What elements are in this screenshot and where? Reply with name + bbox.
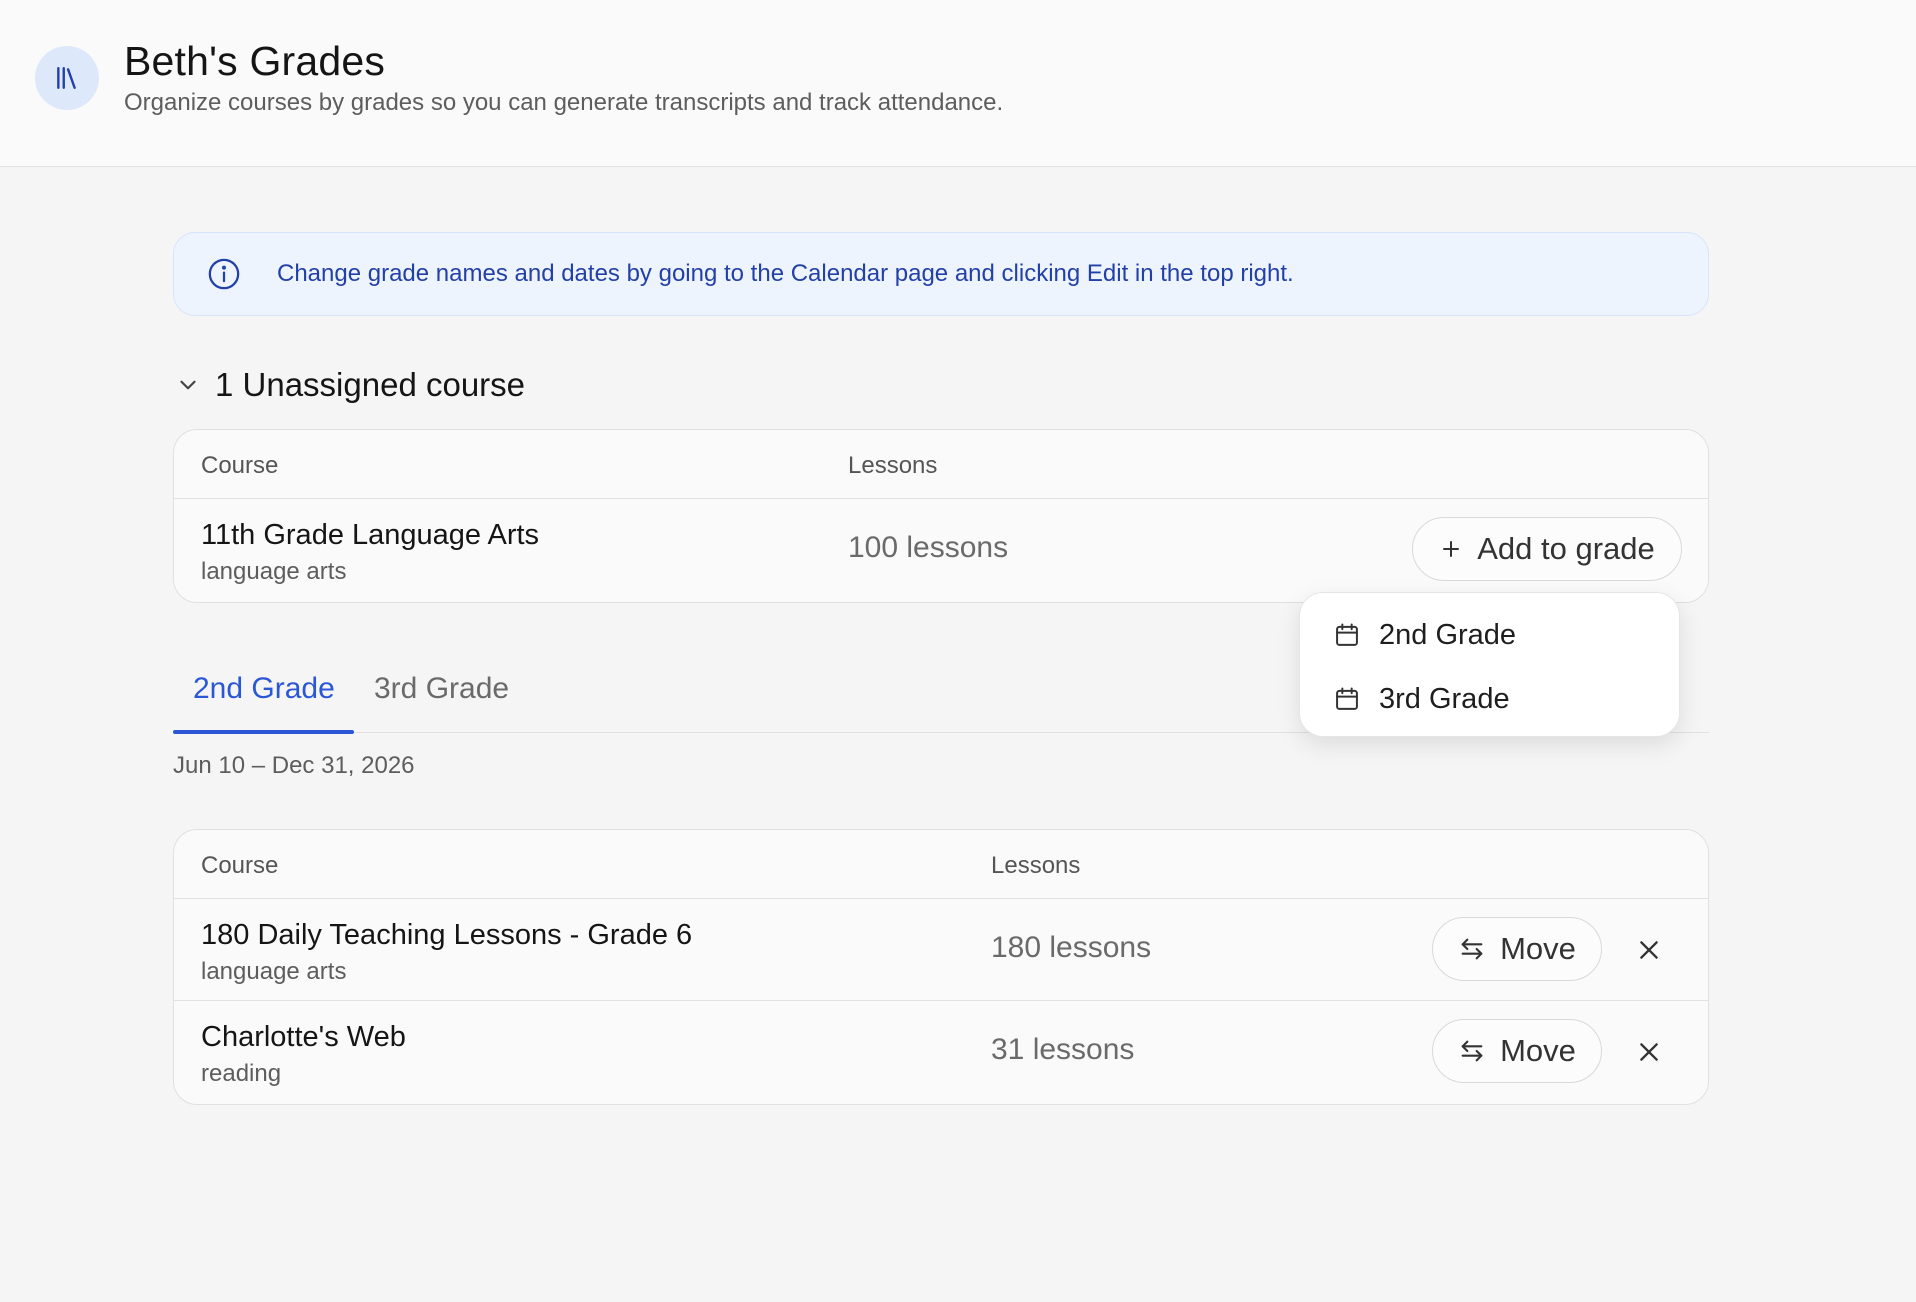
course-name: 11th Grade Language Arts — [201, 519, 540, 551]
dropdown-item-2nd-grade[interactable]: 2nd Grade — [1300, 603, 1679, 667]
course-name: Charlotte's Web — [201, 1021, 406, 1053]
plus-icon — [1443, 541, 1460, 557]
grade-courses-table: Course Lessons 180 Daily Teaching Lesson… — [173, 829, 1709, 1105]
add-to-grade-label: Add to grade — [1477, 531, 1655, 566]
column-header-lessons: Lessons — [848, 452, 938, 479]
course-subject: language arts — [201, 958, 347, 985]
tab-3rd-grade[interactable]: 3rd Grade — [374, 672, 509, 706]
column-header-lessons: Lessons — [991, 852, 1081, 879]
dropdown-item-3rd-grade[interactable]: 3rd Grade — [1300, 667, 1679, 731]
table-row: 180 Daily Teaching Lessons - Grade 6 lan… — [174, 899, 1708, 1001]
tab-2nd-grade[interactable]: 2nd Grade — [193, 672, 335, 706]
column-header-course: Course — [201, 452, 279, 479]
remove-course-button[interactable] — [1629, 930, 1669, 970]
lesson-count: 180 lessons — [991, 931, 1152, 964]
page-header: Beth's Grades Organize courses by grades… — [0, 0, 1916, 167]
move-button[interactable]: Move — [1432, 917, 1602, 981]
dropdown-item-label: 2nd Grade — [1379, 618, 1517, 651]
swap-arrows-icon — [1461, 1040, 1483, 1062]
move-label: Move — [1500, 1033, 1576, 1068]
table-header: Course Lessons — [174, 430, 1708, 499]
info-banner: Change grade names and dates by going to… — [173, 232, 1709, 316]
calendar-icon — [1336, 687, 1358, 710]
dropdown-item-label: 3rd Grade — [1379, 682, 1510, 715]
library-books-icon — [35, 46, 99, 110]
info-banner-text: Change grade names and dates by going to… — [277, 260, 1294, 287]
course-name: 180 Daily Teaching Lessons - Grade 6 — [201, 919, 693, 951]
lesson-count: 100 lessons — [848, 531, 1009, 564]
column-header-course: Course — [201, 852, 279, 879]
remove-course-button[interactable] — [1629, 1032, 1669, 1072]
close-icon — [1640, 1043, 1658, 1061]
info-icon — [208, 258, 240, 290]
page-title: Beth's Grades — [124, 38, 386, 84]
close-icon — [1640, 941, 1658, 959]
unassigned-section-title: 1 Unassigned course — [215, 366, 526, 403]
unassigned-courses-table: Course Lessons 11th Grade Language Arts … — [173, 429, 1709, 603]
tab-label: 2nd Grade — [193, 672, 335, 705]
unassigned-section-toggle[interactable]: 1 Unassigned course — [173, 362, 525, 408]
lesson-count: 31 lessons — [991, 1033, 1135, 1066]
tab-label: 3rd Grade — [374, 672, 510, 705]
add-to-grade-button[interactable]: Add to grade — [1412, 517, 1682, 581]
chevron-down-icon — [180, 380, 196, 390]
grade-date-range: Jun 10 – Dec 31, 2026 — [173, 752, 415, 779]
move-label: Move — [1500, 931, 1576, 966]
active-tab-indicator — [173, 730, 354, 734]
page-subtitle: Organize courses by grades so you can ge… — [124, 89, 1004, 116]
calendar-icon — [1336, 623, 1358, 646]
swap-arrows-icon — [1461, 938, 1483, 960]
course-subject: language arts — [201, 558, 347, 585]
table-row: Charlotte's Web reading 31 lessons Move — [174, 1001, 1708, 1103]
move-button[interactable]: Move — [1432, 1019, 1602, 1083]
course-subject: reading — [201, 1060, 282, 1087]
table-header: Course Lessons — [174, 830, 1708, 899]
table-row: 11th Grade Language Arts language arts 1… — [174, 499, 1708, 601]
grade-dropdown-menu: 2nd Grade 3rd Grade — [1299, 592, 1680, 737]
